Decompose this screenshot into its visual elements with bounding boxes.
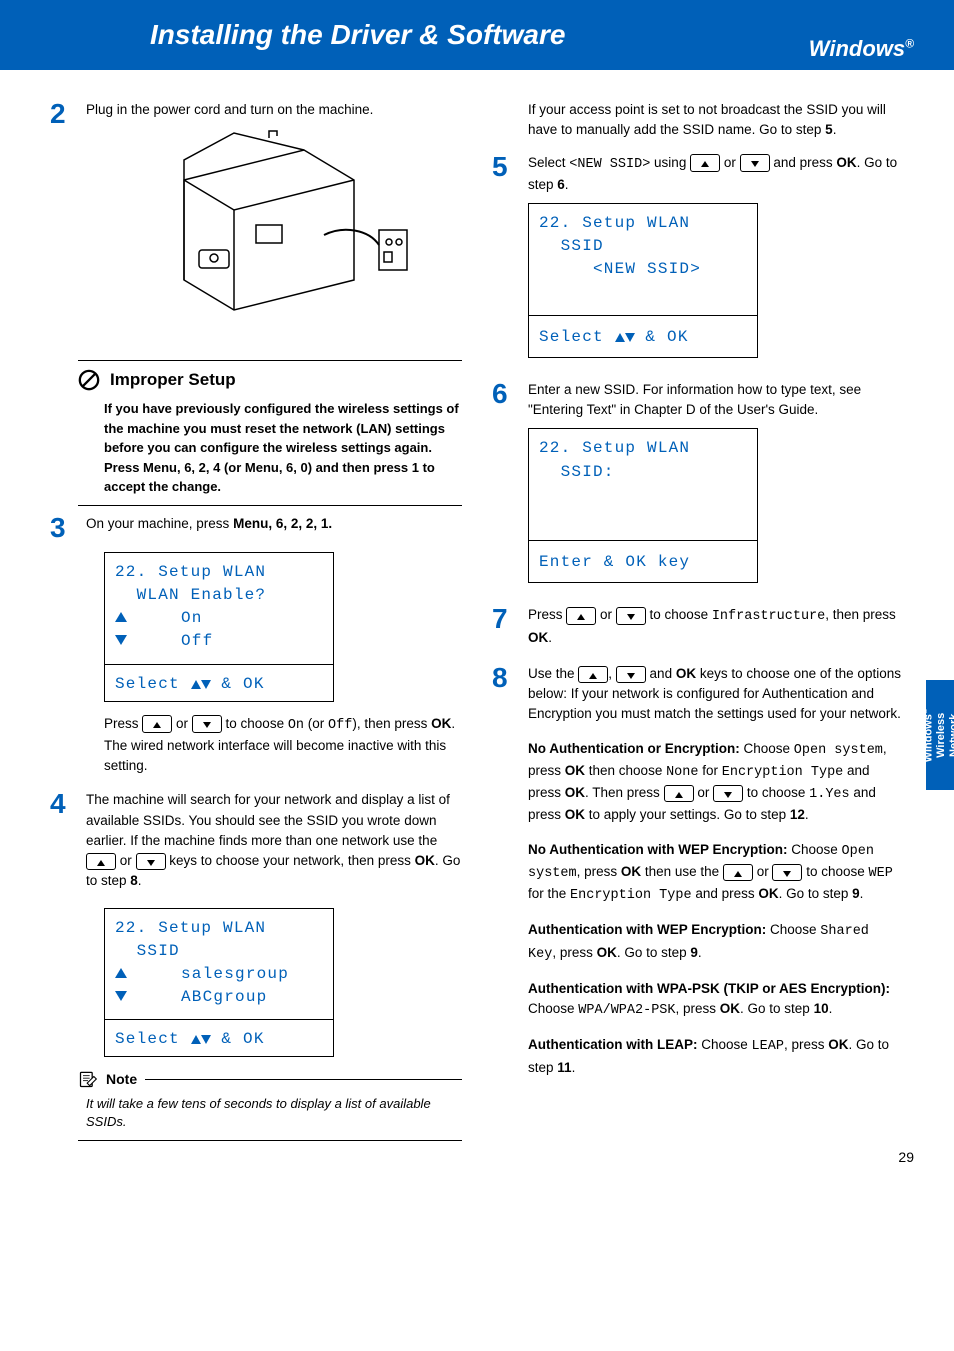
lcd-line	[529, 484, 757, 507]
step-3: 3 On your machine, press Menu, 6, 2, 2, …	[50, 514, 462, 542]
lcd-footer: Select & OK	[529, 322, 757, 357]
divider	[78, 505, 462, 506]
prohibit-icon	[78, 369, 100, 391]
lcd-panel: 22. Setup WLAN WLAN Enable? On Off Selec…	[104, 552, 334, 702]
down-key-icon	[713, 785, 743, 803]
option-auth-wpa: Authentication with WPA-PSK (TKIP or AES…	[528, 979, 904, 1022]
up-key-icon	[690, 154, 720, 172]
down-key-icon	[136, 853, 166, 871]
improper-setup-heading: Improper Setup	[78, 369, 462, 391]
lcd-line: SSID	[105, 940, 333, 963]
step-2: 2 Plug in the power cord and turn on the…	[50, 100, 462, 350]
step-number: 3	[50, 514, 72, 542]
page-title: Installing the Driver & Software	[150, 19, 565, 51]
lcd-line	[529, 507, 757, 530]
option-auth-leap: Authentication with LEAP: Choose LEAP, p…	[528, 1035, 904, 1078]
lcd-line: ABCgroup	[105, 986, 333, 1009]
os-label: Windows®	[809, 36, 914, 70]
up-key-icon	[578, 666, 608, 684]
step-text: Press or to choose Infrastructure, then …	[528, 605, 904, 648]
divider	[78, 360, 462, 361]
lcd-panel: 22. Setup WLAN SSID salesgroup ABCgroup …	[104, 908, 334, 1058]
step-text: Enter a new SSID. For information how to…	[528, 380, 904, 421]
up-key-icon	[566, 607, 596, 625]
step-text: Press or to choose On (or Off), then pre…	[104, 714, 458, 777]
note-body: It will take a few tens of seconds to di…	[86, 1095, 462, 1131]
down-key-icon	[616, 666, 646, 684]
right-column: If your access point is set to not broad…	[492, 100, 904, 1149]
step-text: Select <NEW SSID> using or and press OK.…	[528, 153, 904, 196]
up-key-icon	[86, 853, 116, 871]
lcd-panel: 22. Setup WLAN SSID: Enter & OK key	[528, 428, 758, 583]
lcd-line: <NEW SSID>	[529, 258, 757, 281]
down-key-icon	[740, 154, 770, 172]
lcd-footer: Enter & OK key	[529, 547, 757, 582]
step-8: 8 Use the , and OK keys to choose one of…	[492, 664, 904, 1084]
note-pencil-icon	[78, 1069, 98, 1089]
lcd-line: 22. Setup WLAN	[105, 561, 333, 584]
divider	[78, 1140, 462, 1141]
lcd-line: 22. Setup WLAN	[529, 437, 757, 460]
down-key-icon	[616, 607, 646, 625]
step-number: 6	[492, 380, 514, 595]
step-6: 6 Enter a new SSID. For information how …	[492, 380, 904, 595]
improper-setup-title: Improper Setup	[110, 370, 236, 390]
lcd-line: Off	[105, 630, 333, 653]
option-no-auth-wep: No Authentication with WEP Encryption: C…	[528, 840, 904, 907]
step-5: 5 Select <NEW SSID> using or and press O…	[492, 153, 904, 370]
lcd-line: WLAN Enable?	[105, 584, 333, 607]
step-7: 7 Press or to choose Infrastructure, the…	[492, 605, 904, 654]
lcd-footer: Select & OK	[105, 1026, 333, 1056]
step-number: 4	[50, 790, 72, 897]
step-number: 8	[492, 664, 514, 1084]
page-header: Installing the Driver & Software Windows…	[0, 0, 954, 70]
lcd-panel: 22. Setup WLAN SSID <NEW SSID> Select & …	[528, 203, 758, 358]
option-no-auth-no-enc: No Authentication or Encryption: Choose …	[528, 739, 904, 826]
side-tab: Windows®WirelessNetwork	[926, 680, 954, 790]
up-key-icon	[723, 864, 753, 882]
step-text: On your machine, press Menu, 6, 2, 2, 1.	[86, 514, 462, 534]
lcd-line: SSID:	[529, 461, 757, 484]
printer-illustration	[124, 130, 424, 330]
left-column: 2 Plug in the power cord and turn on the…	[50, 100, 462, 1149]
step4-continued: If your access point is set to not broad…	[528, 100, 904, 141]
step-text: The machine will search for your network…	[86, 790, 462, 891]
note-heading: Note	[78, 1069, 462, 1089]
step-text: Use the , and OK keys to choose one of t…	[528, 664, 904, 725]
step-number: 7	[492, 605, 514, 654]
lcd-line: 22. Setup WLAN	[529, 212, 757, 235]
page-number: 29	[898, 1149, 914, 1165]
up-key-icon	[664, 785, 694, 803]
option-auth-wep: Authentication with WEP Encryption: Choo…	[528, 920, 904, 965]
lcd-line	[529, 282, 757, 305]
step-number: 2	[50, 100, 72, 350]
lcd-footer: Select & OK	[105, 671, 333, 701]
down-key-icon	[772, 864, 802, 882]
down-key-icon	[192, 715, 222, 733]
improper-setup-body: If you have previously configured the wi…	[104, 399, 462, 497]
lcd-line: salesgroup	[105, 963, 333, 986]
step-text: Plug in the power cord and turn on the m…	[86, 100, 462, 120]
lcd-line: On	[105, 607, 333, 630]
step-number: 5	[492, 153, 514, 370]
step-4: 4 The machine will search for your netwo…	[50, 790, 462, 897]
note-title: Note	[106, 1071, 137, 1087]
lcd-line: 22. Setup WLAN	[105, 917, 333, 940]
lcd-line: SSID	[529, 235, 757, 258]
up-key-icon	[142, 715, 172, 733]
